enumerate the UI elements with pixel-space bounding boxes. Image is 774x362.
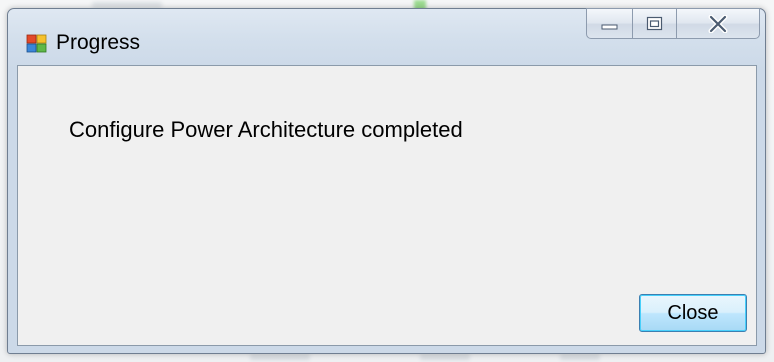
dialog-client-area: Configure Power Architecture completed C… [17, 65, 757, 346]
maximize-button[interactable] [632, 8, 676, 39]
window-title: Progress [56, 31, 141, 54]
background-smudge [250, 354, 310, 360]
minimize-button[interactable] [586, 8, 632, 39]
close-icon [707, 14, 729, 33]
background-smudge [560, 354, 600, 360]
close-window-button[interactable] [676, 8, 760, 39]
caption-buttons [586, 8, 760, 40]
minimize-icon [600, 17, 620, 31]
maximize-icon [645, 16, 665, 32]
close-button[interactable]: Close [639, 294, 747, 332]
background-smudge [420, 354, 470, 360]
application-window-icon[interactable] [26, 33, 48, 55]
title-bar[interactable]: Progress [8, 8, 765, 65]
status-message: Configure Power Architecture completed [69, 117, 463, 142]
progress-dialog-window: Progress Configure Power Architecture co… [7, 8, 766, 354]
